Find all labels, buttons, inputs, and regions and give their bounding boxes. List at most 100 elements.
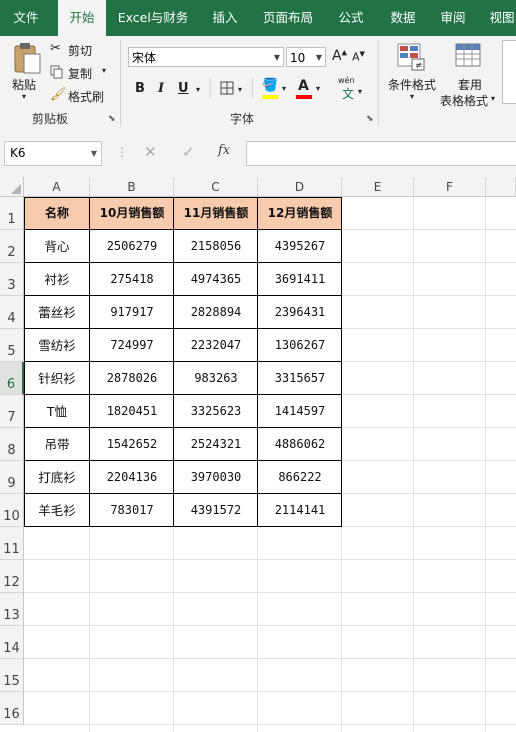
format-painter-button[interactable]: 🖌 格式刷 bbox=[50, 87, 110, 105]
table-cell[interactable]: 2506279 bbox=[90, 230, 174, 263]
table-cell[interactable]: 衬衫 bbox=[24, 263, 90, 296]
row-header-2[interactable]: 2 bbox=[0, 230, 24, 263]
table-cell[interactable]: 1820451 bbox=[90, 395, 174, 428]
insert-function-icon[interactable]: fx bbox=[218, 143, 230, 158]
column-header-b[interactable]: B bbox=[90, 177, 174, 197]
table-cell[interactable]: 3315657 bbox=[258, 362, 342, 395]
table-cell[interactable]: 4886062 bbox=[258, 428, 342, 461]
table-cell[interactable]: 2878026 bbox=[90, 362, 174, 395]
table-cell[interactable]: 2232047 bbox=[174, 329, 258, 362]
row-header-11[interactable]: 11 bbox=[0, 527, 24, 560]
row-header-9[interactable]: 9 bbox=[0, 461, 24, 494]
format-as-table-button[interactable]: 套用 表格格式 ▾ bbox=[440, 40, 498, 108]
column-header-c[interactable]: C bbox=[174, 177, 258, 197]
table-header-cell[interactable]: 10月销售额 bbox=[90, 197, 174, 230]
row-header-14[interactable]: 14 bbox=[0, 626, 24, 659]
row-header-16[interactable]: 16 bbox=[0, 692, 24, 725]
column-header-g[interactable] bbox=[486, 177, 516, 197]
column-header-e[interactable]: E bbox=[342, 177, 414, 197]
tab-excel-finance[interactable]: Excel与财务 bbox=[112, 0, 194, 36]
font-name-combo[interactable]: 宋体 ▼ bbox=[128, 47, 284, 67]
copy-button[interactable]: 复制 ▾ bbox=[50, 64, 112, 82]
decrease-font-icon[interactable]: A▼ bbox=[352, 50, 365, 64]
cut-button[interactable]: ✂ 剪切 bbox=[50, 41, 110, 59]
worksheet-grid[interactable]: A B C D E F 1 2 3 4 5 6 7 8 9 10 11 12 13 14 15 16 名称 10月销售额 11月… bbox=[0, 177, 516, 732]
table-cell[interactable]: 3325623 bbox=[174, 395, 258, 428]
table-cell[interactable]: 2204136 bbox=[90, 461, 174, 494]
paste-button[interactable]: 粘贴 ▾ bbox=[10, 42, 44, 106]
table-cell[interactable]: 吊带 bbox=[24, 428, 90, 461]
row-header-15[interactable]: 15 bbox=[0, 659, 24, 692]
table-cell[interactable]: 打底衫 bbox=[24, 461, 90, 494]
row-header-8[interactable]: 8 bbox=[0, 428, 24, 461]
table-cell[interactable]: 1306267 bbox=[258, 329, 342, 362]
tab-review[interactable]: 审阅 bbox=[430, 0, 476, 36]
tab-page-layout[interactable]: 页面布局 bbox=[256, 0, 320, 36]
table-cell[interactable]: 背心 bbox=[24, 230, 90, 263]
tab-data[interactable]: 数据 bbox=[382, 0, 424, 36]
table-cell[interactable]: 2396431 bbox=[258, 296, 342, 329]
cancel-icon[interactable]: ✕ bbox=[144, 143, 157, 161]
font-color-button[interactable]: A ▾ bbox=[296, 78, 326, 100]
row-header-7[interactable]: 7 bbox=[0, 395, 24, 428]
fill-color-button[interactable]: 🪣 ▾ bbox=[262, 78, 292, 100]
column-header-f[interactable]: F bbox=[414, 177, 486, 197]
table-cell[interactable]: T恤 bbox=[24, 395, 90, 428]
font-size-combo[interactable]: 10 ▼ bbox=[286, 47, 326, 67]
bold-button[interactable]: B bbox=[135, 81, 145, 96]
table-cell[interactable]: 雪纺衫 bbox=[24, 329, 90, 362]
italic-button[interactable]: I bbox=[158, 81, 164, 96]
borders-dropdown-icon[interactable]: ▾ bbox=[238, 85, 242, 94]
tab-view[interactable]: 视图 bbox=[482, 0, 516, 36]
table-cell[interactable]: 蕾丝衫 bbox=[24, 296, 90, 329]
cell-styles-gallery[interactable] bbox=[502, 40, 516, 104]
tab-home[interactable]: 开始 bbox=[58, 0, 106, 36]
table-header-cell[interactable]: 12月销售额 bbox=[258, 197, 342, 230]
table-cell[interactable]: 2114141 bbox=[258, 494, 342, 527]
row-header-6[interactable]: 6 bbox=[0, 362, 24, 395]
tab-formulas[interactable]: 公式 bbox=[326, 0, 376, 36]
tab-file[interactable]: 文件 bbox=[0, 0, 52, 36]
table-cell[interactable]: 3970030 bbox=[174, 461, 258, 494]
table-cell[interactable]: 2828894 bbox=[174, 296, 258, 329]
table-cell[interactable]: 3691411 bbox=[258, 263, 342, 296]
row-header-1[interactable]: 1 bbox=[0, 197, 24, 230]
clipboard-dialog-launcher-icon[interactable]: ⬊ bbox=[108, 114, 116, 124]
tab-insert[interactable]: 插入 bbox=[200, 0, 250, 36]
formula-input[interactable] bbox=[246, 141, 516, 166]
font-dialog-launcher-icon[interactable]: ⬊ bbox=[366, 114, 374, 124]
table-cell[interactable]: 1542652 bbox=[90, 428, 174, 461]
table-header-cell[interactable]: 名称 bbox=[24, 197, 90, 230]
increase-font-icon[interactable]: A▲ bbox=[332, 48, 347, 64]
table-cell[interactable]: 1414597 bbox=[258, 395, 342, 428]
underline-dropdown-icon[interactable]: ▾ bbox=[196, 85, 200, 94]
table-cell[interactable]: 4391572 bbox=[174, 494, 258, 527]
table-cell[interactable]: 2158056 bbox=[174, 230, 258, 263]
table-cell[interactable]: 275418 bbox=[90, 263, 174, 296]
table-cell[interactable]: 724997 bbox=[90, 329, 174, 362]
table-cell[interactable]: 2524321 bbox=[174, 428, 258, 461]
row-header-4[interactable]: 4 bbox=[0, 296, 24, 329]
table-cell[interactable]: 917917 bbox=[90, 296, 174, 329]
column-header-a[interactable]: A bbox=[24, 177, 90, 197]
phonetic-button[interactable]: wén 文 ▾ bbox=[338, 76, 366, 101]
table-cell[interactable]: 783017 bbox=[90, 494, 174, 527]
row-header-12[interactable]: 12 bbox=[0, 560, 24, 593]
row-header-5[interactable]: 5 bbox=[0, 329, 24, 362]
underline-button[interactable]: U bbox=[178, 81, 189, 96]
table-cell[interactable]: 983263 bbox=[174, 362, 258, 395]
table-cell[interactable]: 866222 bbox=[258, 461, 342, 494]
borders-icon[interactable] bbox=[220, 81, 234, 95]
enter-icon[interactable]: ✓ bbox=[182, 143, 195, 161]
name-box[interactable]: K6 ▼ bbox=[4, 141, 102, 166]
table-cell[interactable]: 羊毛衫 bbox=[24, 494, 90, 527]
table-cell[interactable]: 针织衫 bbox=[24, 362, 90, 395]
table-cell[interactable]: 4395267 bbox=[258, 230, 342, 263]
table-header-cell[interactable]: 11月销售额 bbox=[174, 197, 258, 230]
row-header-13[interactable]: 13 bbox=[0, 593, 24, 626]
row-header-3[interactable]: 3 bbox=[0, 263, 24, 296]
row-header-10[interactable]: 10 bbox=[0, 494, 24, 527]
column-header-d[interactable]: D bbox=[258, 177, 342, 197]
conditional-formatting-button[interactable]: ≠ 条件格式 ▾ bbox=[384, 40, 438, 106]
table-cell[interactable]: 4974365 bbox=[174, 263, 258, 296]
